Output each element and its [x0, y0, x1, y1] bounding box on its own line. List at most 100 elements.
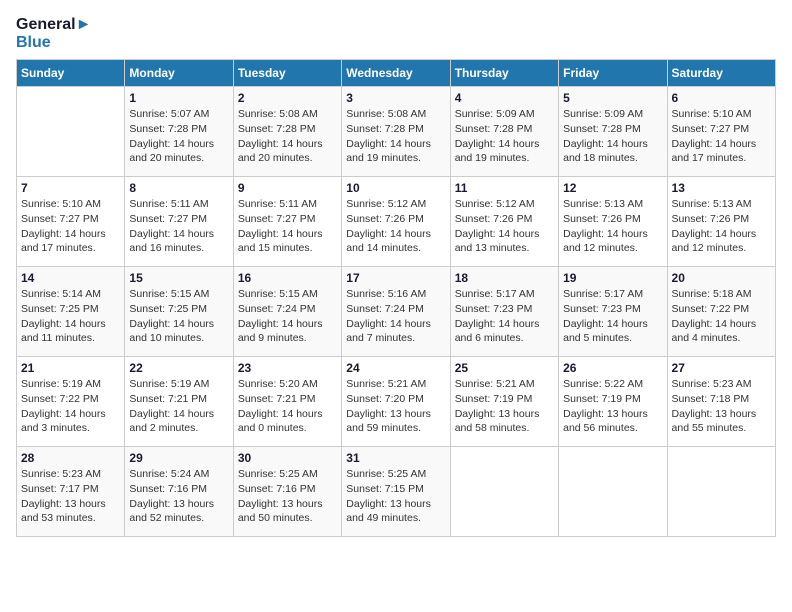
day-info: Sunrise: 5:20 AMSunset: 7:21 PMDaylight:…: [238, 377, 337, 436]
calendar-table: SundayMondayTuesdayWednesdayThursdayFrid…: [16, 59, 776, 537]
day-number: 25: [455, 361, 554, 375]
day-number: 19: [563, 271, 662, 285]
calendar-cell: 27 Sunrise: 5:23 AMSunset: 7:18 PMDayligh…: [667, 357, 775, 447]
header-saturday: Saturday: [667, 60, 775, 87]
logo-blue: Blue: [16, 34, 91, 52]
day-info: Sunrise: 5:22 AMSunset: 7:19 PMDaylight:…: [563, 377, 662, 436]
day-info: Sunrise: 5:21 AMSunset: 7:20 PMDaylight:…: [346, 377, 445, 436]
day-number: 4: [455, 91, 554, 105]
day-info: Sunrise: 5:17 AMSunset: 7:23 PMDaylight:…: [563, 287, 662, 346]
day-number: 20: [672, 271, 771, 285]
calendar-cell: 21 Sunrise: 5:19 AMSunset: 7:22 PMDayligh…: [17, 357, 125, 447]
calendar-cell: 26 Sunrise: 5:22 AMSunset: 7:19 PMDayligh…: [559, 357, 667, 447]
day-number: 31: [346, 451, 445, 465]
calendar-cell: 17 Sunrise: 5:16 AMSunset: 7:24 PMDayligh…: [342, 267, 450, 357]
day-number: 23: [238, 361, 337, 375]
calendar-cell: 20 Sunrise: 5:18 AMSunset: 7:22 PMDayligh…: [667, 267, 775, 357]
day-info: Sunrise: 5:23 AMSunset: 7:17 PMDaylight:…: [21, 467, 120, 526]
logo-general: General►: [16, 16, 91, 34]
day-number: 3: [346, 91, 445, 105]
calendar-cell: 19 Sunrise: 5:17 AMSunset: 7:23 PMDayligh…: [559, 267, 667, 357]
day-number: 16: [238, 271, 337, 285]
calendar-cell: 28 Sunrise: 5:23 AMSunset: 7:17 PMDayligh…: [17, 447, 125, 537]
day-info: Sunrise: 5:08 AMSunset: 7:28 PMDaylight:…: [346, 107, 445, 166]
day-number: 26: [563, 361, 662, 375]
calendar-cell: [450, 447, 558, 537]
day-number: 6: [672, 91, 771, 105]
header-sunday: Sunday: [17, 60, 125, 87]
day-number: 28: [21, 451, 120, 465]
day-number: 2: [238, 91, 337, 105]
day-info: Sunrise: 5:09 AMSunset: 7:28 PMDaylight:…: [563, 107, 662, 166]
calendar-cell: 2 Sunrise: 5:08 AMSunset: 7:28 PMDaylight…: [233, 87, 341, 177]
calendar-cell: 3 Sunrise: 5:08 AMSunset: 7:28 PMDaylight…: [342, 87, 450, 177]
calendar-cell: 13 Sunrise: 5:13 AMSunset: 7:26 PMDayligh…: [667, 177, 775, 267]
day-info: Sunrise: 5:13 AMSunset: 7:26 PMDaylight:…: [563, 197, 662, 256]
day-info: Sunrise: 5:24 AMSunset: 7:16 PMDaylight:…: [129, 467, 228, 526]
day-number: 24: [346, 361, 445, 375]
day-number: 10: [346, 181, 445, 195]
day-info: Sunrise: 5:19 AMSunset: 7:22 PMDaylight:…: [21, 377, 120, 436]
calendar-cell: 4 Sunrise: 5:09 AMSunset: 7:28 PMDaylight…: [450, 87, 558, 177]
day-info: Sunrise: 5:14 AMSunset: 7:25 PMDaylight:…: [21, 287, 120, 346]
page-header: General► Blue: [16, 16, 776, 51]
day-number: 13: [672, 181, 771, 195]
day-number: 22: [129, 361, 228, 375]
calendar-cell: 14Sunrise: 5:14 AMSunset: 7:25 PMDayligh…: [17, 267, 125, 357]
calendar-cell: 9 Sunrise: 5:11 AMSunset: 7:27 PMDaylight…: [233, 177, 341, 267]
calendar-cell: 31 Sunrise: 5:25 AMSunset: 7:15 PMDayligh…: [342, 447, 450, 537]
day-info: Sunrise: 5:23 AMSunset: 7:18 PMDaylight:…: [672, 377, 771, 436]
day-info: Sunrise: 5:18 AMSunset: 7:22 PMDaylight:…: [672, 287, 771, 346]
day-number: 27: [672, 361, 771, 375]
calendar-cell: 25 Sunrise: 5:21 AMSunset: 7:19 PMDayligh…: [450, 357, 558, 447]
day-info: Sunrise: 5:11 AMSunset: 7:27 PMDaylight:…: [238, 197, 337, 256]
day-number: 9: [238, 181, 337, 195]
calendar-cell: 24 Sunrise: 5:21 AMSunset: 7:20 PMDayligh…: [342, 357, 450, 447]
day-number: 18: [455, 271, 554, 285]
day-info: Sunrise: 5:21 AMSunset: 7:19 PMDaylight:…: [455, 377, 554, 436]
calendar-cell: 10 Sunrise: 5:12 AMSunset: 7:26 PMDayligh…: [342, 177, 450, 267]
day-number: 12: [563, 181, 662, 195]
day-info: Sunrise: 5:13 AMSunset: 7:26 PMDaylight:…: [672, 197, 771, 256]
header-thursday: Thursday: [450, 60, 558, 87]
day-info: Sunrise: 5:12 AMSunset: 7:26 PMDaylight:…: [455, 197, 554, 256]
day-info: Sunrise: 5:07 AMSunset: 7:28 PMDaylight:…: [129, 107, 228, 166]
day-info: Sunrise: 5:10 AMSunset: 7:27 PMDaylight:…: [672, 107, 771, 166]
day-number: 11: [455, 181, 554, 195]
logo: General► Blue: [16, 16, 91, 51]
header-wednesday: Wednesday: [342, 60, 450, 87]
day-info: Sunrise: 5:11 AMSunset: 7:27 PMDaylight:…: [129, 197, 228, 256]
day-info: Sunrise: 5:09 AMSunset: 7:28 PMDaylight:…: [455, 107, 554, 166]
day-number: 30: [238, 451, 337, 465]
calendar-cell: [559, 447, 667, 537]
calendar-cell: 30 Sunrise: 5:25 AMSunset: 7:16 PMDayligh…: [233, 447, 341, 537]
day-info: Sunrise: 5:15 AMSunset: 7:24 PMDaylight:…: [238, 287, 337, 346]
calendar-cell: 1 Sunrise: 5:07 AMSunset: 7:28 PMDaylight…: [125, 87, 233, 177]
day-info: Sunrise: 5:15 AMSunset: 7:25 PMDaylight:…: [129, 287, 228, 346]
day-number: 29: [129, 451, 228, 465]
day-number: 7: [21, 181, 120, 195]
day-info: Sunrise: 5:12 AMSunset: 7:26 PMDaylight:…: [346, 197, 445, 256]
day-number: 5: [563, 91, 662, 105]
day-number: 15: [129, 271, 228, 285]
day-info: Sunrise: 5:25 AMSunset: 7:15 PMDaylight:…: [346, 467, 445, 526]
header-monday: Monday: [125, 60, 233, 87]
calendar-cell: 16 Sunrise: 5:15 AMSunset: 7:24 PMDayligh…: [233, 267, 341, 357]
day-number: 1: [129, 91, 228, 105]
day-info: Sunrise: 5:25 AMSunset: 7:16 PMDaylight:…: [238, 467, 337, 526]
day-info: Sunrise: 5:08 AMSunset: 7:28 PMDaylight:…: [238, 107, 337, 166]
calendar-cell: 18 Sunrise: 5:17 AMSunset: 7:23 PMDayligh…: [450, 267, 558, 357]
calendar-cell: 29 Sunrise: 5:24 AMSunset: 7:16 PMDayligh…: [125, 447, 233, 537]
calendar-cell: [667, 447, 775, 537]
day-info: Sunrise: 5:10 AMSunset: 7:27 PMDaylight:…: [21, 197, 120, 256]
day-number: 21: [21, 361, 120, 375]
day-number: 8: [129, 181, 228, 195]
day-info: Sunrise: 5:19 AMSunset: 7:21 PMDaylight:…: [129, 377, 228, 436]
calendar-cell: 5 Sunrise: 5:09 AMSunset: 7:28 PMDaylight…: [559, 87, 667, 177]
day-info: Sunrise: 5:16 AMSunset: 7:24 PMDaylight:…: [346, 287, 445, 346]
day-number: 17: [346, 271, 445, 285]
calendar-cell: 11 Sunrise: 5:12 AMSunset: 7:26 PMDayligh…: [450, 177, 558, 267]
calendar-cell: 23 Sunrise: 5:20 AMSunset: 7:21 PMDayligh…: [233, 357, 341, 447]
day-info: Sunrise: 5:17 AMSunset: 7:23 PMDaylight:…: [455, 287, 554, 346]
calendar-cell: 7 Sunrise: 5:10 AMSunset: 7:27 PMDaylight…: [17, 177, 125, 267]
